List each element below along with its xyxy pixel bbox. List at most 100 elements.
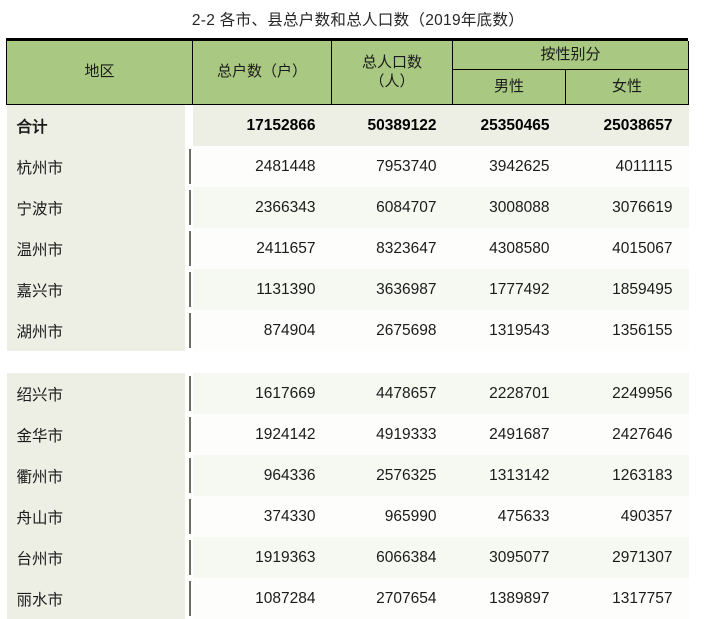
cell-region: 金华市 <box>7 414 193 455</box>
region-column-rule <box>189 458 191 493</box>
region-label: 湖州市 <box>17 324 64 341</box>
column-header-region: 地区 <box>7 41 193 105</box>
region-label: 衢州市 <box>17 469 64 486</box>
cell-region: 杭州市 <box>7 146 193 187</box>
cell-population: 6084707 <box>332 187 453 228</box>
cell-households: 1924142 <box>193 414 332 455</box>
cell-male: 1313142 <box>453 455 566 496</box>
cell-region: 舟山市 <box>7 496 193 537</box>
cell-households: 17152866 <box>193 105 332 147</box>
region-column-rule <box>189 190 191 225</box>
region-label: 合计 <box>17 119 48 136</box>
table-row: 舟山市 374330965990475633490357 <box>7 496 689 537</box>
cell-female: 2971307 <box>566 537 689 578</box>
cell-population: 6066384 <box>332 537 453 578</box>
cell-female: 2249956 <box>566 373 689 414</box>
cell-male: 2491687 <box>453 414 566 455</box>
column-header-female: 女性 <box>566 70 689 105</box>
cell-households: 1919363 <box>193 537 332 578</box>
cell-male: 4308580 <box>453 228 566 269</box>
region-label: 嘉兴市 <box>17 283 64 300</box>
cell-population: 4478657 <box>332 373 453 414</box>
cell-population: 50389122 <box>332 105 453 147</box>
region-label: 温州市 <box>17 242 64 259</box>
region-label: 绍兴市 <box>17 387 64 404</box>
cell-households: 2481448 <box>193 146 332 187</box>
region-column-rule <box>189 313 191 348</box>
statistics-table: 地区 总户数（户） 总人口数 （人） 按性别分 男性 女性 合计 17152866… <box>6 41 689 619</box>
table-row: 衢州市964336257632513131421263183 <box>7 455 689 496</box>
cell-female: 1859495 <box>566 269 689 310</box>
cell-population: 2675698 <box>332 310 453 351</box>
region-label: 舟山市 <box>17 510 64 527</box>
cell-households: 1131390 <box>193 269 332 310</box>
cell-male: 3095077 <box>453 537 566 578</box>
table-row: 台州市1919363606638430950772971307 <box>7 537 689 578</box>
region-column-rule <box>189 149 191 184</box>
cell-female: 2427646 <box>566 414 689 455</box>
region-column-rule <box>189 231 191 266</box>
cell-population: 7953740 <box>332 146 453 187</box>
column-header-male: 男性 <box>453 70 566 105</box>
table-row: 杭州市 2481448795374039426254011115 <box>7 146 689 187</box>
row-group-spacer-cell <box>7 351 689 373</box>
cell-female: 4011115 <box>566 146 689 187</box>
region-label: 宁波市 <box>17 201 64 218</box>
page-title-bar: 2-2 各市、县总户数和总人口数（2019年底数） <box>0 0 708 38</box>
page-title: 2-2 各市、县总户数和总人口数（2019年底数） <box>192 8 524 30</box>
column-header-population: 总人口数 （人） <box>332 41 453 105</box>
cell-households: 2366343 <box>193 187 332 228</box>
cell-female: 1356155 <box>566 310 689 351</box>
region-label: 杭州市 <box>17 160 64 177</box>
cell-households: 1087284 <box>193 578 332 619</box>
column-header-by-sex: 按性别分 <box>453 41 689 70</box>
cell-population: 965990 <box>332 496 453 537</box>
cell-region: 丽水市 <box>7 578 193 619</box>
cell-households: 374330 <box>193 496 332 537</box>
cell-region: 绍兴市 <box>7 373 193 414</box>
cell-male: 475633 <box>453 496 566 537</box>
cell-female: 490357 <box>566 496 689 537</box>
cell-households: 874904 <box>193 310 332 351</box>
table-row-total: 合计 17152866503891222535046525038657 <box>7 105 689 147</box>
region-label: 金华市 <box>17 428 64 445</box>
table-row: 宁波市 2366343608470730080883076619 <box>7 187 689 228</box>
cell-households: 2411657 <box>193 228 332 269</box>
column-header-households: 总户数（户） <box>193 41 332 105</box>
cell-male: 1777492 <box>453 269 566 310</box>
column-header-population-line2: （人） <box>332 73 452 92</box>
cell-region: 台州市 <box>7 537 193 578</box>
table-row: 温州市 2411657832364743085804015067 <box>7 228 689 269</box>
cell-population: 2707654 <box>332 578 453 619</box>
region-label: 丽水市 <box>17 592 64 609</box>
cell-female: 1263183 <box>566 455 689 496</box>
cell-region: 嘉兴市 <box>7 269 193 310</box>
cell-population: 8323647 <box>332 228 453 269</box>
region-column-rule <box>189 540 191 575</box>
column-header-population-line1: 总人口数 <box>332 54 452 73</box>
table-row: 嘉兴市1131390363698717774921859495 <box>7 269 689 310</box>
cell-female: 3076619 <box>566 187 689 228</box>
table-row: 湖州市 874904267569813195431356155 <box>7 310 689 351</box>
table-row: 金华市1924142491933324916872427646 <box>7 414 689 455</box>
region-column-rule <box>189 581 191 616</box>
cell-male: 3008088 <box>453 187 566 228</box>
cell-female: 25038657 <box>566 105 689 147</box>
row-group-spacer <box>7 351 689 373</box>
header-row-top: 地区 总户数（户） 总人口数 （人） 按性别分 <box>7 41 689 70</box>
cell-region: 温州市 <box>7 228 193 269</box>
cell-region: 合计 <box>7 105 193 147</box>
region-column-rule <box>189 417 191 452</box>
cell-male: 2228701 <box>453 373 566 414</box>
region-column-rule <box>189 376 191 411</box>
cell-region: 衢州市 <box>7 455 193 496</box>
cell-male: 3942625 <box>453 146 566 187</box>
table-body: 合计 17152866503891222535046525038657 杭州市 248… <box>7 105 689 619</box>
cell-male: 1319543 <box>453 310 566 351</box>
cell-households: 1617669 <box>193 373 332 414</box>
table-row: 绍兴市 1617669447865722287012249956 <box>7 373 689 414</box>
cell-region: 湖州市 <box>7 310 193 351</box>
statistics-table-container: 地区 总户数（户） 总人口数 （人） 按性别分 男性 女性 合计 17152866… <box>6 38 688 619</box>
cell-female: 4015067 <box>566 228 689 269</box>
cell-male: 25350465 <box>453 105 566 147</box>
